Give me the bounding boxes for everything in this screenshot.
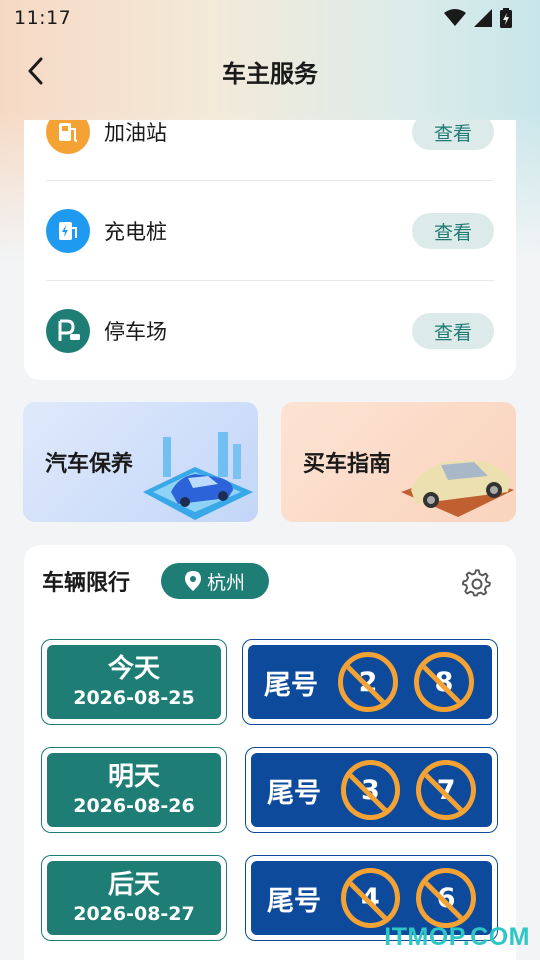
car-buying-guide-banner[interactable]: 买车指南 — [281, 402, 516, 522]
day-date: 2026-08-26 — [73, 795, 195, 817]
day-name: 后天 — [107, 870, 160, 900]
charging-pile-icon — [46, 209, 90, 253]
car-maintenance-banner[interactable]: 汽车保养 — [23, 402, 258, 522]
battery-icon — [500, 8, 512, 28]
page-title: 车主服务 — [222, 59, 318, 88]
navigation-bar: 车主服务 — [0, 36, 540, 106]
forbidden-number: 6 — [416, 868, 477, 928]
watermark: ITMOP.COM — [384, 923, 530, 951]
car-buying-illustration — [401, 460, 514, 517]
wifi-icon — [444, 9, 466, 26]
day-name: 明天 — [107, 762, 160, 792]
plate-prefix: 尾号 — [267, 777, 321, 809]
day-name: 今天 — [107, 654, 160, 684]
service-label: 加油站 — [104, 121, 167, 145]
forbidden-number: 8 — [414, 652, 474, 712]
gear-icon[interactable] — [462, 569, 492, 599]
forbidden-number: 2 — [338, 652, 398, 712]
city-selector[interactable]: 杭州 — [161, 563, 269, 599]
banner-label: 汽车保养 — [45, 452, 134, 477]
status-time: 11:17 — [14, 7, 72, 29]
banner-label: 买车指南 — [303, 452, 392, 477]
view-button[interactable]: 查看 — [412, 213, 494, 249]
view-button[interactable]: 查看 — [412, 120, 494, 150]
day-today: 今天 2026-08-25 — [41, 639, 227, 725]
service-row-charging-pile[interactable]: 充电桩 查看 — [46, 181, 494, 281]
restriction-title: 车辆限行 — [42, 571, 131, 596]
status-icons — [444, 8, 512, 28]
forbidden-number: 7 — [416, 760, 477, 820]
day-after-tomorrow: 后天 2026-08-27 — [41, 855, 227, 941]
day-date: 2026-08-25 — [73, 687, 195, 709]
service-list-card: 加油站 查看 充电桩 查看 停车场 查看 — [24, 120, 516, 380]
plate-prefix: 尾号 — [264, 669, 318, 701]
car-maintenance-illustration — [143, 432, 253, 520]
service-row-parking[interactable]: 停车场 查看 — [46, 281, 494, 380]
traffic-restriction-card: 车辆限行 杭州 今天 2026-08-25 尾号 2 8 明天 2026-08-… — [24, 545, 516, 960]
location-pin-icon — [184, 571, 201, 591]
plate-prefix: 尾号 — [267, 885, 321, 917]
back-button[interactable] — [20, 54, 50, 88]
forbidden-number: 3 — [340, 760, 401, 820]
plate-restriction-today: 尾号 2 8 — [242, 639, 498, 725]
back-arrow-icon — [28, 57, 43, 85]
status-bar: 11:17 — [0, 0, 540, 36]
view-button[interactable]: 查看 — [412, 313, 494, 349]
forbidden-number: 4 — [340, 868, 401, 928]
plate-restriction-tomorrow: 尾号 3 7 — [245, 747, 498, 833]
day-date: 2026-08-27 — [73, 903, 195, 925]
city-name: 杭州 — [206, 571, 245, 594]
gas-station-icon — [46, 120, 90, 154]
service-row-gas-station[interactable]: 加油站 查看 — [46, 120, 494, 182]
day-tomorrow: 明天 2026-08-26 — [41, 747, 227, 833]
service-label: 充电桩 — [104, 220, 167, 244]
parking-icon — [46, 309, 90, 353]
signal-icon — [474, 9, 492, 27]
service-label: 停车场 — [104, 320, 167, 344]
